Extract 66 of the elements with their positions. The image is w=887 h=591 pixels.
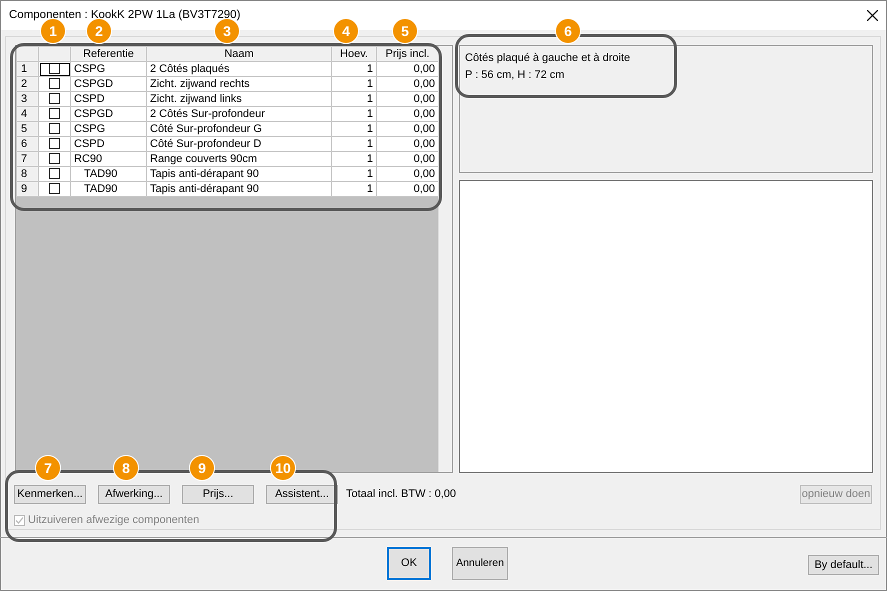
row-number: 9	[16, 182, 38, 196]
column-header[interactable]: Hoev.	[332, 46, 376, 62]
action-button[interactable]: Assistent...	[266, 485, 338, 504]
callout-number: 7	[35, 455, 61, 481]
table-cell: 1	[332, 76, 376, 92]
description-text: P : 56 cm, H : 72 cm	[465, 68, 566, 82]
table-cell: Range couverts 90cm	[146, 152, 332, 166]
table-cell: CSPGD	[70, 76, 146, 92]
table-cell: Zicht. zijwand links	[146, 92, 332, 106]
dialog-button[interactable]: OK	[387, 547, 431, 580]
table-cell: 1	[332, 152, 376, 166]
action-button[interactable]: Prijs...	[182, 485, 254, 504]
table-cell: 1	[332, 92, 376, 106]
table-cell: Côté Sur-profondeur G	[146, 122, 332, 136]
callout-number: 8	[113, 455, 139, 481]
checkbox[interactable]	[49, 63, 60, 74]
table-cell: TAD90	[70, 182, 146, 196]
action-button[interactable]: Kenmerken...	[14, 485, 86, 504]
table-cell: Côté Sur-profondeur D	[146, 136, 332, 152]
action-button[interactable]: Afwerking...	[98, 485, 170, 504]
table-cell: TAD90	[70, 166, 146, 182]
close-icon[interactable]	[867, 10, 878, 21]
row-number: 7	[16, 152, 38, 166]
checkbox[interactable]	[49, 168, 60, 180]
column-header[interactable]: Naam	[146, 46, 332, 62]
row-number: 2	[16, 76, 38, 92]
row-number: 5	[16, 122, 38, 136]
callout-number: 10	[270, 455, 296, 481]
row-number: 8	[16, 166, 38, 182]
table-cell: 1	[332, 182, 376, 196]
table-cell: 2 Côtés plaqués	[146, 62, 332, 76]
table-cell: CSPG	[70, 62, 146, 76]
checkbox[interactable]	[49, 138, 60, 150]
table-cell: Zicht. zijwand rechts	[146, 76, 332, 92]
row-number: 6	[16, 136, 38, 152]
row-number: 1	[16, 62, 38, 76]
row-number: 4	[16, 106, 38, 122]
scrollbar[interactable]	[438, 46, 452, 472]
table-cell: 1	[332, 166, 376, 182]
table-cell: CSPD	[70, 136, 146, 152]
table-cell: CSPD	[70, 92, 146, 106]
column-header[interactable]: Prijs incl.	[376, 46, 438, 62]
table-cell: Tapis anti-dérapant 90	[146, 166, 332, 182]
checkbox[interactable]	[49, 123, 60, 134]
checkbox[interactable]	[49, 93, 60, 104]
description-text: Côtés plaqué à gauche et à droite	[465, 51, 632, 66]
table-cell: 1	[332, 122, 376, 136]
total-label: Totaal incl. BTW : 0,00	[346, 487, 456, 502]
dialog-button[interactable]: By default...	[808, 555, 879, 575]
table-cell: CSPGD	[70, 106, 146, 122]
callout-number: 9	[189, 455, 215, 481]
checkbox[interactable]	[49, 153, 60, 164]
checkbox[interactable]	[49, 108, 60, 120]
dialog-button[interactable]: Annuleren	[452, 547, 508, 580]
checkbox-label: Uitzuiveren afwezige componenten	[28, 513, 200, 528]
row-number: 3	[16, 92, 38, 106]
checkbox[interactable]	[49, 78, 60, 90]
table-cell: 1	[332, 136, 376, 152]
table-cell: Tapis anti-dérapant 90	[146, 182, 332, 196]
table-cell: 1	[332, 62, 376, 76]
table-cell: CSPG	[70, 122, 146, 136]
column-header[interactable]: Referentie	[70, 46, 146, 62]
table-cell: 2 Côtés Sur-profondeur	[146, 106, 332, 122]
table-cell: RC90	[70, 152, 146, 166]
table-cell: 1	[332, 106, 376, 122]
checkbox[interactable]	[49, 183, 60, 194]
